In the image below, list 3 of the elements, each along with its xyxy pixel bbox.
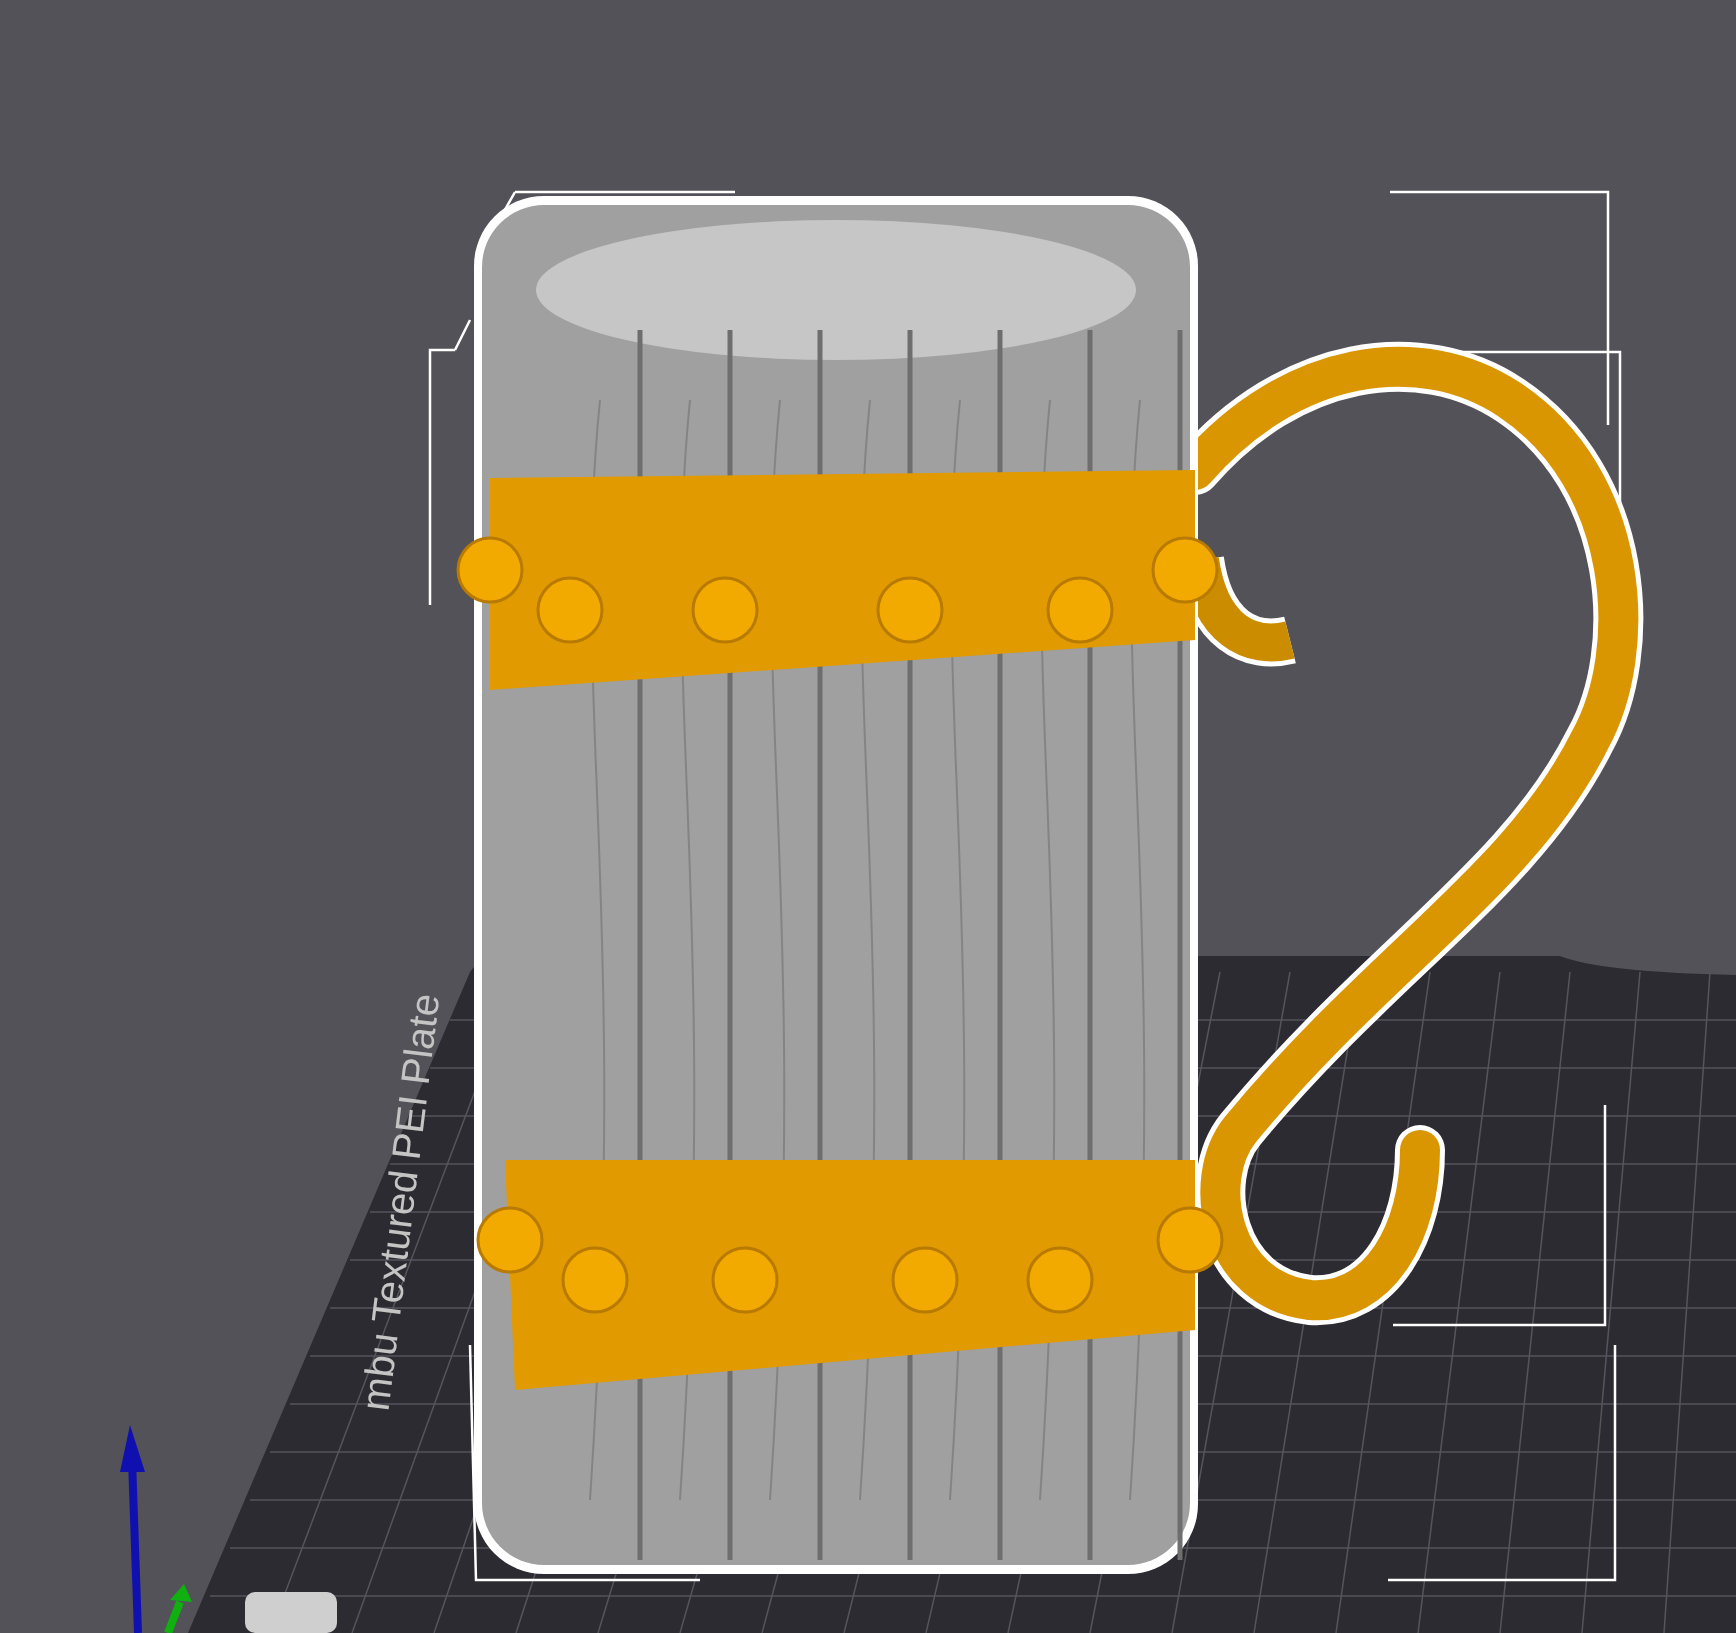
3d-viewport[interactable]: mbu Textured PEI Plate (0, 0, 1736, 1633)
y-axis-arrow (164, 1584, 192, 1633)
plate-label: mbu Textured PEI Plate (351, 990, 449, 1415)
